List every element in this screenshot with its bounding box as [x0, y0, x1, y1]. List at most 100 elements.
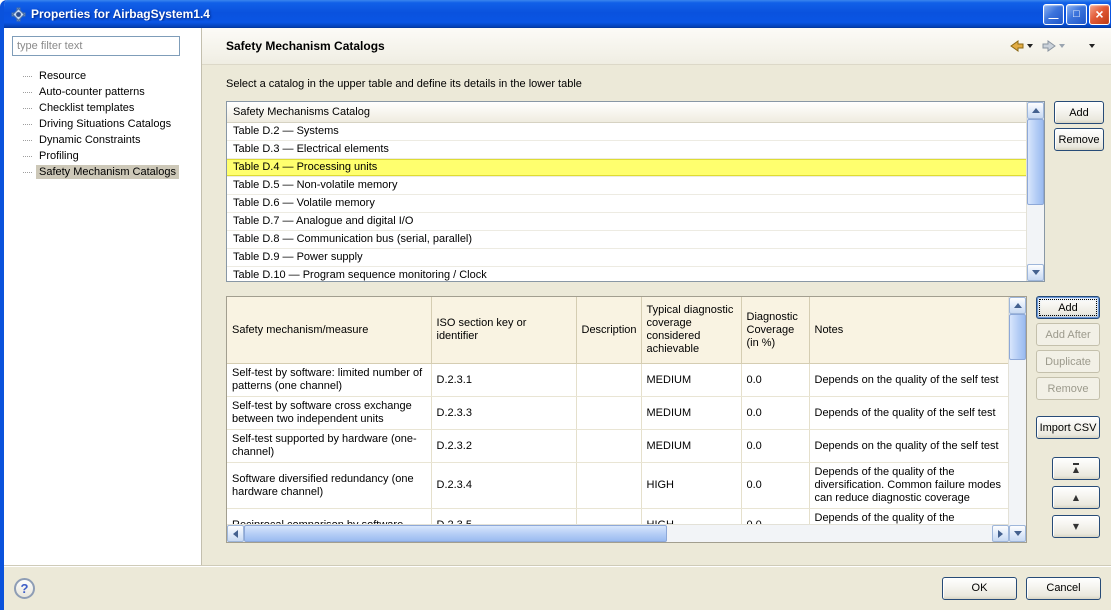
help-icon: ?: [21, 581, 29, 596]
view-menu-button[interactable]: [1085, 41, 1099, 51]
maximize-button[interactable]: □: [1066, 4, 1087, 25]
forward-button[interactable]: [1037, 35, 1069, 57]
details-table: Safety mechanism/measureISO section key …: [227, 297, 1009, 525]
details-cell: MEDIUM: [641, 430, 741, 463]
column-header-description[interactable]: Description: [576, 297, 641, 364]
sidebar-item-checklist-templates[interactable]: Checklist templates: [12, 100, 195, 116]
sidebar-item-auto-counter-patterns[interactable]: Auto-counter patterns: [12, 84, 195, 100]
catalog-row[interactable]: Table D.2 — Systems: [227, 123, 1027, 141]
details-cell: HIGH: [641, 509, 741, 526]
back-dropdown-icon: [1027, 44, 1033, 48]
move-to-top-button[interactable]: ▲: [1052, 457, 1100, 480]
sidebar-item-label: Dynamic Constraints: [36, 133, 143, 147]
details-cell: MEDIUM: [641, 364, 741, 397]
content-body: Select a catalog in the upper table and …: [202, 65, 1111, 565]
sidebar-item-dynamic-constraints[interactable]: Dynamic Constraints: [12, 132, 195, 148]
cancel-button[interactable]: Cancel: [1026, 577, 1101, 600]
details-cell: Self-test by software cross exchange bet…: [227, 397, 431, 430]
catalog-row[interactable]: Table D.9 — Power supply: [227, 249, 1027, 267]
details-scroll-down-button[interactable]: [1009, 525, 1026, 542]
close-button[interactable]: ×: [1089, 4, 1110, 25]
remove-button[interactable]: Remove: [1036, 377, 1100, 400]
catalog-table: Safety Mechanisms Catalog Table D.2 — Sy…: [226, 101, 1045, 282]
import-csv-button[interactable]: Import CSV: [1036, 416, 1100, 439]
back-button[interactable]: [1005, 35, 1037, 57]
add-button[interactable]: Add: [1054, 101, 1104, 124]
details-row[interactable]: Reciprocal comparison by softwareD.2.3.5…: [227, 509, 1009, 526]
details-cell: D.2.3.3: [431, 397, 576, 430]
column-header-safety-mechanism-measure[interactable]: Safety mechanism/measure: [227, 297, 431, 364]
move-up-button[interactable]: ▲: [1052, 486, 1100, 509]
details-cell: Self-test supported by hardware (one-cha…: [227, 430, 431, 463]
details-scroll-track[interactable]: [1009, 314, 1026, 525]
column-header-notes[interactable]: Notes: [809, 297, 1009, 364]
details-scroll-right-button[interactable]: [992, 525, 1009, 542]
catalog-buttons: Add Remove: [1054, 101, 1104, 151]
details-cell: [576, 364, 641, 397]
catalog-column-header[interactable]: Safety Mechanisms Catalog: [227, 102, 1027, 123]
details-cell: D.2.3.1: [431, 364, 576, 397]
remove-button[interactable]: Remove: [1054, 128, 1104, 151]
properties-dialog-window: Properties for AirbagSystem1.4 — □ × Res…: [0, 0, 1111, 610]
scroll-right-arrow-icon: [998, 530, 1003, 538]
sidebar-item-driving-situations-catalogs[interactable]: Driving Situations Catalogs: [12, 116, 195, 132]
add-button[interactable]: Add: [1036, 296, 1100, 319]
titlebar[interactable]: Properties for AirbagSystem1.4 — □ ×: [4, 0, 1111, 28]
column-header-typical-diagnostic-coverage-considered-achievable[interactable]: Typical diagnostic coverage considered a…: [641, 297, 741, 364]
catalog-vertical-scrollbar[interactable]: [1026, 102, 1044, 281]
column-header-iso-section-key-or-identifier[interactable]: ISO section key or identifier: [431, 297, 576, 364]
filter-input[interactable]: [12, 36, 180, 56]
details-action-buttons: Add Add After Duplicate Remove Import CSV: [1036, 296, 1100, 439]
catalog-row[interactable]: Table D.8 — Communication bus (serial, p…: [227, 231, 1027, 249]
catalog-scroll-track[interactable]: [1027, 119, 1044, 264]
details-row[interactable]: Self-test by software: limited number of…: [227, 364, 1009, 397]
scroll-down-arrow-icon: [1032, 270, 1040, 275]
details-section: Safety mechanism/measureISO section key …: [226, 296, 1111, 543]
details-row[interactable]: Software diversified redundancy (one har…: [227, 463, 1009, 509]
move-down-button[interactable]: ▼: [1052, 515, 1100, 538]
details-cell: Depends of the quality of the comparison: [809, 509, 1009, 526]
instruction-text: Select a catalog in the upper table and …: [226, 78, 1111, 90]
add-after-button[interactable]: Add After: [1036, 323, 1100, 346]
catalog-scroll-up-button[interactable]: [1027, 102, 1044, 119]
column-header-diagnostic-coverage-in[interactable]: Diagnostic Coverage (in %): [741, 297, 809, 364]
details-cell: [576, 463, 641, 509]
details-row[interactable]: Self-test supported by hardware (one-cha…: [227, 430, 1009, 463]
ok-button[interactable]: OK: [942, 577, 1017, 600]
sidebar-item-label: Checklist templates: [36, 101, 137, 115]
content-header: Safety Mechanism Catalogs: [202, 28, 1111, 65]
catalog-row[interactable]: Table D.7 — Analogue and digital I/O: [227, 213, 1027, 231]
details-scroll-up-button[interactable]: [1009, 297, 1026, 314]
catalog-row[interactable]: Table D.3 — Electrical elements: [227, 141, 1027, 159]
catalog-row[interactable]: Table D.4 — Processing units: [227, 159, 1027, 177]
details-row[interactable]: Self-test by software cross exchange bet…: [227, 397, 1009, 430]
details-cell: MEDIUM: [641, 397, 741, 430]
catalog-row[interactable]: Table D.10 — Program sequence monitoring…: [227, 267, 1027, 281]
details-hscroll-track[interactable]: [244, 525, 992, 542]
navigation-controls: [1005, 35, 1099, 57]
details-vertical-scrollbar[interactable]: [1008, 297, 1026, 542]
page-title: Safety Mechanism Catalogs: [226, 39, 385, 53]
details-scroll-thumb[interactable]: [1009, 314, 1026, 360]
sidebar-item-profiling[interactable]: Profiling: [12, 148, 195, 164]
dialog-footer: ? OK Cancel: [4, 565, 1111, 610]
catalog-scroll-thumb[interactable]: [1027, 119, 1044, 205]
details-hscroll-thumb[interactable]: [244, 525, 667, 542]
sidebar-item-resource[interactable]: Resource: [12, 68, 195, 84]
sidebar-item-safety-mechanism-catalogs[interactable]: Safety Mechanism Catalogs: [12, 164, 195, 180]
details-cell: Depends of the quality of the diversific…: [809, 463, 1009, 509]
duplicate-button[interactable]: Duplicate: [1036, 350, 1100, 373]
minimize-button[interactable]: —: [1043, 4, 1064, 25]
details-horizontal-scrollbar[interactable]: [227, 524, 1009, 542]
catalog-rows: Table D.2 — SystemsTable D.3 — Electrica…: [227, 123, 1027, 281]
move-down-icon: ▼: [1073, 523, 1079, 531]
catalog-row[interactable]: Table D.6 — Volatile memory: [227, 195, 1027, 213]
details-cell: [576, 430, 641, 463]
catalog-scroll-down-button[interactable]: [1027, 264, 1044, 281]
details-buttons: Add Add After Duplicate Remove Import CSV ▲ ▲…: [1036, 296, 1100, 538]
catalog-row[interactable]: Table D.5 — Non-volatile memory: [227, 177, 1027, 195]
dialog-body: ResourceAuto-counter patternsChecklist t…: [4, 28, 1111, 565]
details-scroll-left-button[interactable]: [227, 525, 244, 542]
help-button[interactable]: ?: [14, 578, 35, 599]
details-cell: [576, 397, 641, 430]
